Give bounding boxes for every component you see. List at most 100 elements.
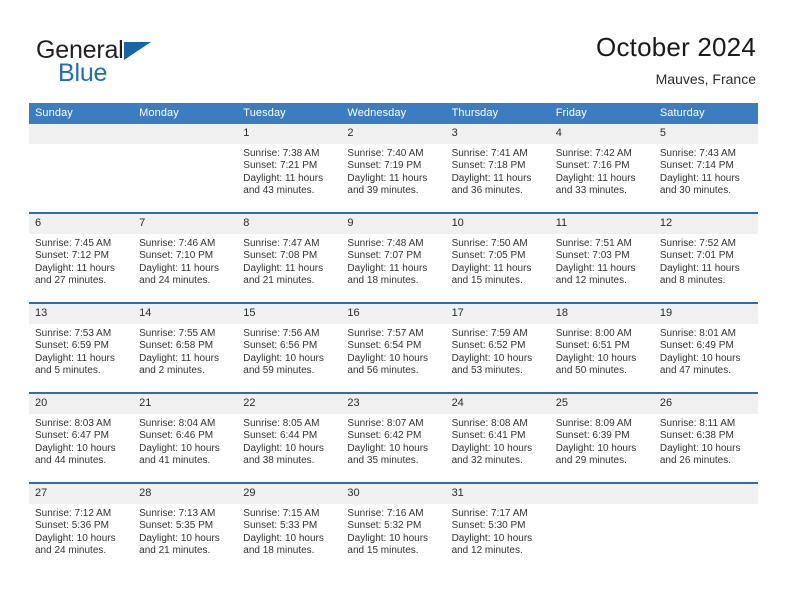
sunset-text: Sunset: 5:32 PM — [347, 520, 422, 532]
calendar-day-cell[interactable]: 7 Sunrise: 7:46 AM Sunset: 7:10 PM Daylight… — [133, 212, 238, 303]
day-number: 25 — [549, 394, 654, 414]
sunrise-text: Sunrise: 7:13 AM — [139, 508, 216, 519]
sunset-text: Sunset: 6:56 PM — [243, 340, 318, 352]
sunset-text: Sunset: 6:49 PM — [659, 340, 734, 352]
daylight-text: Daylight: 11 hours and 33 minutes. — [555, 172, 636, 196]
sunset-text: Sunset: 6:52 PM — [451, 340, 526, 352]
calendar-week-row: 6 Sunrise: 7:45 AM Sunset: 7:12 PM Daylight… — [29, 212, 758, 303]
day-number: 20 — [29, 394, 134, 414]
daylight-text: Daylight: 10 hours and 12 minutes. — [451, 532, 533, 556]
calendar-day-cell[interactable]: 19 Sunrise: 8:01 AM Sunset: 6:49 PM Dayligh… — [653, 302, 758, 393]
daylight-text: Daylight: 10 hours and 35 minutes. — [347, 442, 429, 466]
daylight-text: Daylight: 10 hours and 56 minutes. — [347, 352, 429, 376]
daylight-text: Daylight: 10 hours and 47 minutes. — [659, 352, 741, 376]
day-number: 9 — [341, 214, 446, 234]
calendar-day-cell[interactable]: 20 Sunrise: 8:03 AM Sunset: 6:47 PM Dayligh… — [29, 392, 134, 483]
day-details: Sunrise: 7:17 AM Sunset: 5:30 PM Daylight:… — [446, 504, 550, 557]
general-blue-logo[interactable]: General Blue — [36, 36, 256, 88]
calendar-day-cell[interactable]: 24 Sunrise: 8:08 AM Sunset: 6:41 PM Dayligh… — [445, 392, 550, 483]
daylight-text: Daylight: 10 hours and 50 minutes. — [555, 352, 637, 376]
calendar-day-cell[interactable]: 17 Sunrise: 7:59 AM Sunset: 6:52 PM Dayligh… — [445, 302, 550, 393]
calendar-week-row: 27 Sunrise: 7:12 AM Sunset: 5:36 PM Dayligh… — [29, 482, 758, 572]
sunrise-text: Sunrise: 8:00 AM — [555, 328, 632, 339]
sunrise-text: Sunrise: 8:11 AM — [659, 418, 736, 429]
day-number: 22 — [237, 394, 342, 414]
sunrise-text: Sunrise: 8:08 AM — [451, 418, 528, 429]
calendar-day-cell[interactable]: 2 Sunrise: 7:40 AM Sunset: 7:19 PM Daylight… — [341, 124, 446, 213]
calendar-day-cell[interactable]: 11 Sunrise: 7:51 AM Sunset: 7:03 PM Dayligh… — [549, 212, 654, 303]
page-title: October 2024 — [596, 32, 756, 62]
day-number: 6 — [29, 214, 134, 234]
logo-triangle-icon — [124, 42, 151, 60]
day-number: 18 — [549, 304, 654, 324]
day-number — [549, 484, 654, 504]
daylight-text: Daylight: 11 hours and 15 minutes. — [451, 262, 532, 286]
calendar-day-cell[interactable]: 8 Sunrise: 7:47 AM Sunset: 7:08 PM Daylight… — [237, 212, 342, 303]
calendar-day-cell[interactable]: 6 Sunrise: 7:45 AM Sunset: 7:12 PM Daylight… — [29, 212, 134, 303]
sunset-text: Sunset: 6:47 PM — [35, 430, 109, 442]
day-details: Sunrise: 7:46 AM Sunset: 7:10 PM Daylight:… — [133, 234, 237, 287]
calendar-day-cell[interactable]: 21 Sunrise: 8:04 AM Sunset: 6:46 PM Dayligh… — [133, 392, 238, 483]
sunset-text: Sunset: 5:36 PM — [35, 520, 109, 532]
calendar-day-cell[interactable]: 27 Sunrise: 7:12 AM Sunset: 5:36 PM Dayligh… — [29, 482, 134, 572]
calendar-day-cell[interactable]: 28 Sunrise: 7:13 AM Sunset: 5:35 PM Dayligh… — [133, 482, 238, 572]
day-details: Sunrise: 7:59 AM Sunset: 6:52 PM Daylight:… — [446, 324, 550, 377]
daylight-text: Daylight: 10 hours and 29 minutes. — [555, 442, 637, 466]
daylight-text: Daylight: 11 hours and 36 minutes. — [451, 172, 532, 196]
calendar-day-cell[interactable]: 16 Sunrise: 7:57 AM Sunset: 6:54 PM Dayligh… — [341, 302, 446, 393]
sunrise-text: Sunrise: 7:51 AM — [555, 238, 632, 249]
sunrise-text: Sunrise: 7:55 AM — [139, 328, 216, 339]
calendar-day-cell[interactable]: 10 Sunrise: 7:50 AM Sunset: 7:05 PM Dayligh… — [445, 212, 550, 303]
day-details: Sunrise: 8:03 AM Sunset: 6:47 PM Daylight:… — [29, 414, 133, 467]
calendar-body: 1 Sunrise: 7:38 AM Sunset: 7:21 PM Daylight… — [29, 124, 758, 572]
daylight-text: Daylight: 11 hours and 27 minutes. — [35, 262, 115, 286]
daylight-text: Daylight: 11 hours and 24 minutes. — [139, 262, 219, 286]
day-details: Sunrise: 8:01 AM Sunset: 6:49 PM Daylight:… — [654, 324, 758, 377]
day-number: 30 — [341, 484, 446, 504]
day-details: Sunrise: 8:11 AM Sunset: 6:38 PM Daylight:… — [654, 414, 758, 467]
calendar-day-cell[interactable]: 25 Sunrise: 8:09 AM Sunset: 6:39 PM Dayligh… — [549, 392, 654, 483]
calendar-day-cell[interactable]: 4 Sunrise: 7:42 AM Sunset: 7:16 PM Daylight… — [549, 124, 654, 213]
day-details: Sunrise: 7:55 AM Sunset: 6:58 PM Daylight:… — [133, 324, 237, 377]
calendar-day-cell[interactable]: 9 Sunrise: 7:48 AM Sunset: 7:07 PM Daylight… — [341, 212, 446, 303]
calendar-day-cell[interactable]: 13 Sunrise: 7:53 AM Sunset: 6:59 PM Dayligh… — [29, 302, 134, 393]
day-details: Sunrise: 8:09 AM Sunset: 6:39 PM Daylight:… — [550, 414, 654, 467]
day-details: Sunrise: 7:12 AM Sunset: 5:36 PM Daylight:… — [29, 504, 133, 557]
day-details: Sunrise: 8:04 AM Sunset: 6:46 PM Daylight:… — [133, 414, 237, 467]
calendar-day-cell[interactable]: 29 Sunrise: 7:15 AM Sunset: 5:33 PM Dayligh… — [237, 482, 342, 572]
sunset-text: Sunset: 7:19 PM — [347, 160, 422, 172]
day-details: Sunrise: 7:42 AM Sunset: 7:16 PM Daylight:… — [550, 144, 654, 197]
daylight-text: Daylight: 11 hours and 30 minutes. — [659, 172, 740, 196]
sunrise-text: Sunrise: 7:53 AM — [35, 328, 112, 339]
day-number: 23 — [341, 394, 446, 414]
calendar-day-cell[interactable]: 22 Sunrise: 8:05 AM Sunset: 6:44 PM Dayligh… — [237, 392, 342, 483]
day-details: Sunrise: 7:13 AM Sunset: 5:35 PM Daylight:… — [133, 504, 237, 557]
sunrise-text: Sunrise: 8:09 AM — [555, 418, 632, 429]
day-number: 5 — [653, 124, 758, 144]
calendar-day-cell[interactable]: 26 Sunrise: 8:11 AM Sunset: 6:38 PM Dayligh… — [653, 392, 758, 483]
day-details: Sunrise: 7:56 AM Sunset: 6:56 PM Daylight:… — [237, 324, 341, 377]
sunrise-text: Sunrise: 7:15 AM — [243, 508, 320, 519]
sunset-text: Sunset: 7:12 PM — [35, 250, 109, 262]
sunset-text: Sunset: 6:42 PM — [347, 430, 422, 442]
day-number: 7 — [133, 214, 238, 234]
sunset-text: Sunset: 7:14 PM — [659, 160, 734, 172]
calendar-day-cell[interactable]: 3 Sunrise: 7:41 AM Sunset: 7:18 PM Daylight… — [445, 124, 550, 213]
day-number: 3 — [445, 124, 550, 144]
calendar-day-cell[interactable]: 14 Sunrise: 7:55 AM Sunset: 6:58 PM Dayligh… — [133, 302, 238, 393]
calendar-day-cell[interactable]: 31 Sunrise: 7:17 AM Sunset: 5:30 PM Dayligh… — [445, 482, 550, 572]
calendar-day-cell[interactable]: 23 Sunrise: 8:07 AM Sunset: 6:42 PM Dayligh… — [341, 392, 446, 483]
day-number: 12 — [653, 214, 758, 234]
calendar-day-cell[interactable]: 30 Sunrise: 7:16 AM Sunset: 5:32 PM Dayligh… — [341, 482, 446, 572]
daylight-text: Daylight: 11 hours and 18 minutes. — [347, 262, 428, 286]
day-number: 27 — [29, 484, 134, 504]
calendar-day-cell[interactable]: 1 Sunrise: 7:38 AM Sunset: 7:21 PM Daylight… — [237, 124, 342, 213]
day-number: 16 — [341, 304, 446, 324]
calendar-day-cell[interactable]: 15 Sunrise: 7:56 AM Sunset: 6:56 PM Dayligh… — [237, 302, 342, 393]
calendar-day-cell[interactable]: 12 Sunrise: 7:52 AM Sunset: 7:01 PM Dayligh… — [653, 212, 758, 303]
calendar-day-cell[interactable]: 5 Sunrise: 7:43 AM Sunset: 7:14 PM Daylight… — [653, 124, 758, 213]
weekday-header-sunday: Sunday — [29, 103, 134, 124]
calendar-day-cell[interactable]: 18 Sunrise: 8:00 AM Sunset: 6:51 PM Dayligh… — [549, 302, 654, 393]
day-details: Sunrise: 7:50 AM Sunset: 7:05 PM Daylight:… — [446, 234, 550, 287]
sunset-text: Sunset: 5:33 PM — [243, 520, 318, 532]
